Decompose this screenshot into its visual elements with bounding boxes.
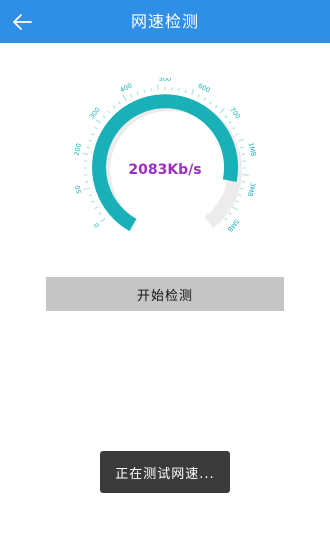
gauge-tick-label: 600 [197, 82, 212, 95]
gauge-tick-label: 3MB [246, 182, 257, 198]
gauge-tick [224, 217, 228, 221]
gauge-tick [91, 133, 95, 136]
gauge-tick [82, 152, 89, 155]
gauge-tick [88, 194, 92, 197]
page-title: 网速检测 [130, 12, 199, 31]
gauge-tick [240, 187, 244, 190]
gauge-tick-label: 700 [228, 106, 242, 121]
gauge-tick [85, 181, 89, 183]
gauge-tick [214, 105, 218, 109]
gauge-tick [238, 194, 242, 197]
gauge-tick [197, 94, 200, 98]
gauge-tick [238, 138, 245, 142]
gauge-tick [242, 174, 249, 176]
gauge-tick-label: 0 [92, 221, 101, 229]
gauge-tick [232, 206, 238, 211]
gauge-tick-label: 200 [73, 143, 83, 157]
start-test-button[interactable]: 开始检测 [46, 277, 284, 311]
gauge-tick [209, 101, 212, 105]
gauge-tick-label: 5MB [226, 217, 241, 233]
gauge-tick [107, 110, 111, 114]
gauge-tick [241, 153, 245, 155]
gauge-tick [150, 88, 152, 92]
gauge-tick [118, 101, 121, 105]
gauge-tick [94, 127, 98, 130]
gauge-tick [178, 88, 180, 92]
gauge-tick [219, 108, 225, 114]
speed-readout: 2083Kb/s [128, 162, 201, 178]
gauge-tick-label: 500 [159, 78, 171, 83]
gauge-tick [102, 115, 106, 119]
gauge-tick [100, 217, 106, 223]
gauge-tick [136, 91, 139, 95]
gauge-tick-label: 300 [88, 106, 102, 121]
gauge-tick [191, 88, 195, 95]
gauge-tick [184, 89, 187, 93]
gauge-tick [157, 84, 159, 91]
gauge-tick [228, 212, 232, 215]
gauge-tick [241, 181, 245, 183]
gauge-tick [91, 200, 95, 203]
gauge-tick [86, 146, 90, 149]
gauge-tick [95, 119, 102, 124]
gauge-tick [235, 200, 239, 203]
gauge-tick [122, 95, 127, 101]
gauge-tick [235, 133, 239, 136]
toast-message: 正在测试网速... [100, 451, 230, 493]
speed-gauge: 0 50 200 300 400 500 600 700 1MB 3MB 5MB 2083Kb/s [70, 78, 260, 258]
gauge-tick-label: 50 [74, 185, 84, 195]
gauge-tick [143, 89, 146, 93]
gauge-tick [224, 115, 228, 119]
gauge-tick [232, 127, 236, 130]
gauge-tick [203, 97, 206, 101]
gauge-tick [240, 146, 244, 149]
gauge-tick-label: 1MB [247, 142, 258, 158]
gauge-tick [98, 212, 102, 215]
gauge-tick [94, 206, 98, 209]
gauge-tick [83, 187, 90, 191]
gauge-tick [112, 105, 116, 109]
top-app-bar: 网速检测 [0, 0, 330, 43]
gauge-tick [88, 139, 92, 142]
gauge-tick [228, 121, 232, 124]
speed-test-screen: 网速检测 0 50 200 300 400 500 600 700 1MB 3MB 5MB 2083… [0, 0, 330, 550]
gauge-tick-label: 400 [119, 82, 134, 95]
gauge-tick [130, 94, 133, 98]
